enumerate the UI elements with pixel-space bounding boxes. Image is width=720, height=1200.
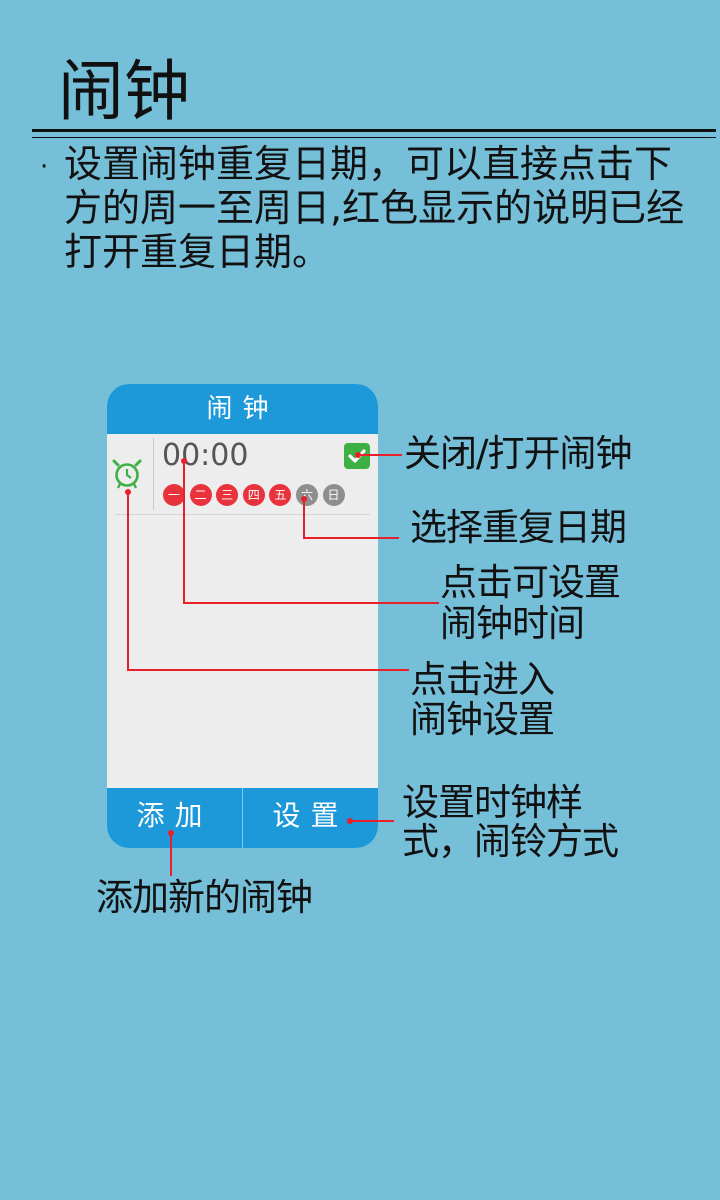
- days-pointer-line-v: [303, 498, 305, 539]
- alarm-time[interactable]: 00:00: [162, 436, 248, 476]
- annotation-enter-settings-2: 闹钟设置: [410, 698, 555, 741]
- toggle-pointer-dot: [355, 452, 361, 458]
- add-button[interactable]: 添加: [107, 788, 242, 848]
- settings-pointer-dot: [347, 818, 353, 824]
- day-thu[interactable]: 四: [242, 484, 265, 506]
- settings-pointer-line: [350, 820, 394, 822]
- annotation-add-new: 添加新的闹钟: [96, 876, 313, 919]
- settings-button[interactable]: 设置: [243, 788, 378, 848]
- annotation-set-time-2: 闹钟时间: [440, 602, 585, 645]
- phone-header-title: 闹钟: [107, 384, 378, 434]
- repeat-days: 一 二 三 四 五 六 日: [163, 484, 345, 506]
- description-text: 设置闹钟重复日期，可以直接点击下方的周一至周日,红色显示的说明已经打开重复日期。: [64, 142, 685, 274]
- annotation-enter-settings-1: 点击进入: [410, 658, 555, 701]
- clock-pointer-line-h: [127, 669, 409, 671]
- time-pointer-line-h: [183, 602, 439, 604]
- bullet-dot: ·: [40, 152, 49, 182]
- day-wed[interactable]: 三: [216, 484, 239, 506]
- alarm-row[interactable]: 00:00 一 二 三 四 五 六 日: [107, 434, 378, 516]
- annotation-set-time-1: 点击可设置: [440, 561, 621, 604]
- day-tue[interactable]: 二: [189, 484, 212, 506]
- annotation-clock-style-2: 式，闹铃方式: [402, 820, 619, 863]
- day-sat[interactable]: 六: [295, 484, 318, 506]
- title-rule-thin: [32, 137, 716, 138]
- annotation-clock-style-1: 设置时钟样: [402, 781, 583, 824]
- page-title: 闹钟: [58, 53, 190, 130]
- phone-footer: 添加 设置: [107, 788, 378, 848]
- day-mon[interactable]: 一: [163, 484, 185, 506]
- day-fri[interactable]: 五: [269, 484, 292, 506]
- day-sun[interactable]: 日: [322, 484, 345, 506]
- alarm-clock-icon[interactable]: [112, 456, 142, 490]
- toggle-pointer-line: [358, 454, 402, 456]
- clock-pointer-line-v: [127, 491, 129, 671]
- row-divider-vertical: [153, 438, 154, 510]
- annotation-repeat-days: 选择重复日期: [410, 506, 627, 549]
- title-rule: [32, 129, 716, 132]
- annotation-toggle: 关闭/打开闹钟: [404, 432, 632, 475]
- days-pointer-line-h: [303, 537, 399, 539]
- phone-mockup: 闹钟 00:00 一 二 三 四 五 六 日 添加 设置: [107, 384, 378, 848]
- row-divider-horizontal: [115, 514, 370, 515]
- add-pointer-line: [170, 832, 172, 876]
- time-pointer-line-v: [183, 460, 185, 604]
